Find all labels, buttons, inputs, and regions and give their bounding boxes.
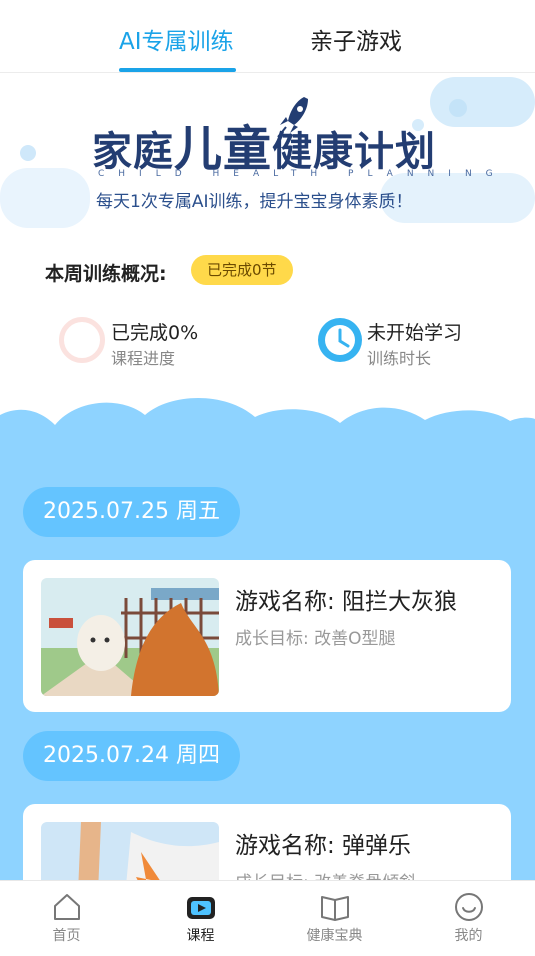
growth-goal: 成长目标: 改善O型腿	[235, 629, 396, 649]
nav-profile[interactable]: 我的	[402, 881, 535, 952]
nav-home-label: 首页	[52, 928, 81, 944]
video-play-icon	[186, 897, 215, 919]
duration-label: 训练时长	[367, 349, 432, 368]
nav-courses[interactable]: 课程	[134, 881, 267, 952]
book-icon	[320, 896, 349, 921]
nav-health-guide-label: 健康宝典	[306, 928, 363, 944]
nav-profile-label: 我的	[454, 928, 483, 944]
rocket-icon	[277, 97, 308, 138]
bottom-navigation: 首页 课程 健康宝典 我的	[0, 880, 535, 952]
session-date-pill: 2025.07.24 周四	[23, 731, 240, 781]
training-list-area: 2025.07.25 周五 游戏名称: 阻拦大灰狼 成长目标: 改善O型腿 20…	[0, 395, 535, 956]
clock-icon	[318, 318, 362, 362]
game-name: 游戏名称: 弹弹乐	[235, 833, 412, 859]
session-date-pill: 2025.07.25 周五	[23, 487, 240, 537]
nav-courses-label: 课程	[186, 928, 215, 944]
nav-home[interactable]: 首页	[0, 881, 133, 952]
progress-ring-icon	[59, 317, 105, 363]
progress-label: 课程进度	[111, 349, 176, 368]
top-tab-bar: AI专属训练 亲子游戏	[0, 0, 535, 73]
nav-health-guide[interactable]: 健康宝典	[268, 881, 401, 952]
game-name: 游戏名称: 阻拦大灰狼	[235, 589, 458, 615]
duration-value: 未开始学习	[367, 322, 463, 344]
banner-subtitle-english: CHILD HEALTH PLANNING	[98, 169, 507, 179]
health-plan-banner: 家庭儿童健康计划 CHILD HEALTH PLANNING 每天1次专属AI训…	[0, 73, 535, 233]
completed-sessions-badge: 已完成0节	[191, 255, 293, 285]
progress-value: 已完成0%	[111, 322, 199, 344]
active-tab-indicator	[119, 68, 236, 72]
tab-parent-child-games[interactable]: 亲子游戏	[310, 22, 402, 56]
game-card[interactable]: 游戏名称: 阻拦大灰狼 成长目标: 改善O型腿	[23, 560, 511, 712]
smile-face-icon	[454, 893, 483, 921]
banner-subtitle: 每天1次专属AI训练，提升宝宝身体素质！	[96, 192, 413, 212]
home-icon	[53, 894, 80, 920]
weekly-summary-title: 本周训练概况:	[45, 263, 167, 285]
tab-ai-training[interactable]: AI专属训练	[119, 22, 234, 56]
game-thumbnail	[41, 578, 219, 696]
